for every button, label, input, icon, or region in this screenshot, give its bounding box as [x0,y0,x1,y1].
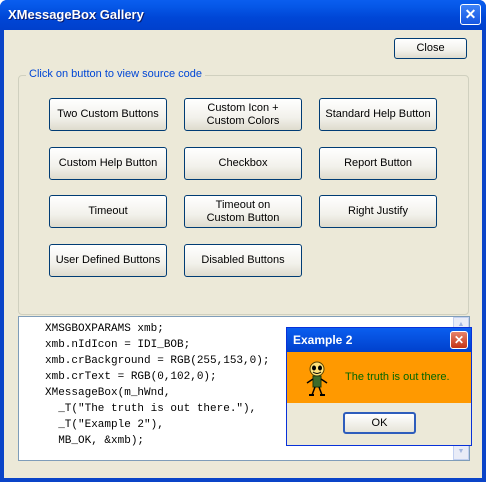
code-line: XMessageBox(m_hWnd, [45,387,171,399]
ok-button[interactable]: OK [343,412,416,434]
title-bar[interactable]: XMessageBox Gallery ✕ [0,0,486,30]
example-dialog: Example 2 ✕ The truth is out there. OK [286,327,472,446]
disabled-buttons-button[interactable]: Disabled Buttons [184,244,302,277]
code-line: xmb.crText = RGB(0,102,0); [45,371,217,383]
custom-icon-colors-button[interactable]: Custom Icon + Custom Colors [184,98,302,131]
group-label: Click on button to view source code [26,68,206,80]
standard-help-button[interactable]: Standard Help Button [319,98,437,131]
dialog-title: Example 2 [293,333,353,347]
dialog-message-area: The truth is out there. [287,352,471,403]
source-code: XMSGBOXPARAMS xmb; xmb.nIdIcon = IDI_BOB… [45,321,269,449]
checkbox-button[interactable]: Checkbox [184,147,302,180]
report-button[interactable]: Report Button [319,147,437,180]
custom-help-button[interactable]: Custom Help Button [49,147,167,180]
code-line: XMSGBOXPARAMS xmb; [45,323,164,335]
bob-icon [306,361,328,396]
two-custom-buttons-button[interactable]: Two Custom Buttons [49,98,167,131]
code-line: xmb.nIdIcon = IDI_BOB; [45,339,191,351]
dialog-title-bar[interactable]: Example 2 ✕ [287,328,471,352]
window-title: XMessageBox Gallery [8,7,144,22]
close-button[interactable]: Close [394,38,467,59]
main-window: XMessageBox Gallery ✕ Close Click on but… [0,0,486,482]
timeout-custom-button[interactable]: Timeout on Custom Button [184,195,302,228]
dialog-message: The truth is out there. [345,371,450,383]
code-line: _T("The truth is out there."), [45,403,257,415]
timeout-button[interactable]: Timeout [49,195,167,228]
right-justify-button[interactable]: Right Justify [319,195,437,228]
dialog-close-button[interactable]: ✕ [450,331,468,349]
user-defined-buttons-button[interactable]: User Defined Buttons [49,244,167,277]
code-line: xmb.crBackground = RGB(255,153,0); [45,355,270,367]
code-line: _T("Example 2"), [45,419,164,431]
window-close-button[interactable]: ✕ [460,4,481,25]
code-line: MB_OK, &xmb); [45,435,145,447]
scroll-down-icon[interactable]: ▼ [453,444,469,460]
